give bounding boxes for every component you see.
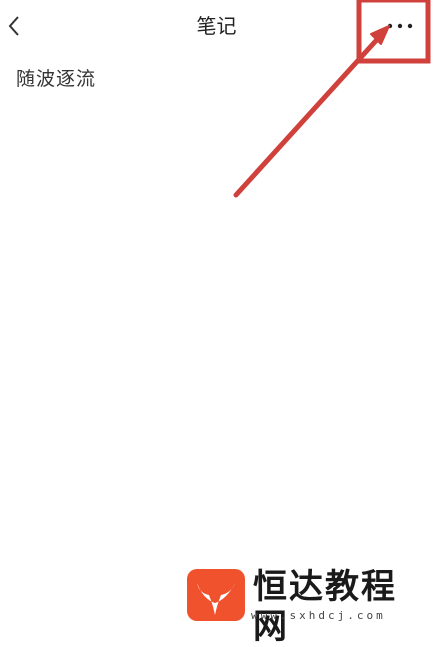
more-options-button[interactable] <box>380 12 420 40</box>
annotation-arrow-line <box>233 31 385 198</box>
watermark: 恒达教程网 www.sxhdcj.com <box>183 565 428 647</box>
watermark-url: www.sxhdcj.com <box>251 609 386 622</box>
note-content: 随波逐流 <box>16 68 97 90</box>
annotation-overlay <box>233 0 431 198</box>
page-title: 笔记 <box>196 14 237 38</box>
watermark-name: 恒达教程网 <box>253 567 397 647</box>
whale-logo-icon <box>187 569 245 621</box>
top-nav-bar: 笔记 <box>0 0 433 52</box>
more-horizontal-icon <box>387 23 413 29</box>
